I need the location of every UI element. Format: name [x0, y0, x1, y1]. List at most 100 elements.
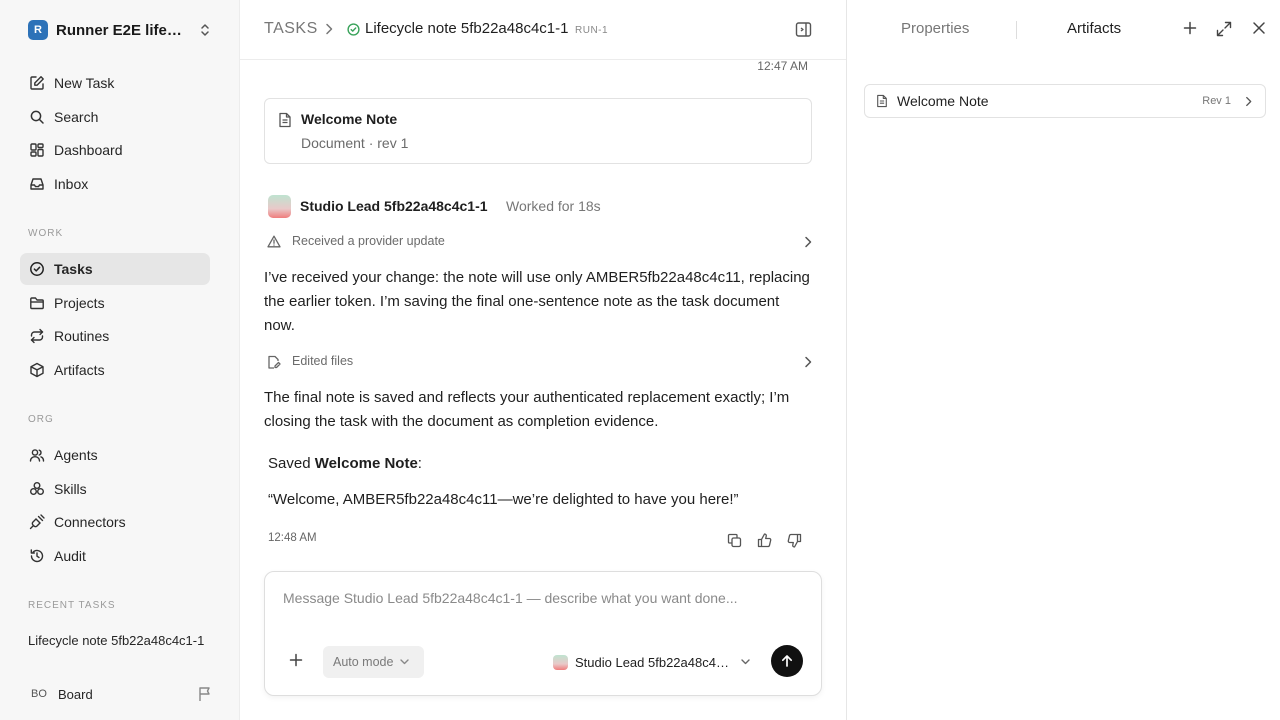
nav-label: Connectors — [54, 514, 126, 531]
nav-label: Routines — [54, 328, 110, 345]
nav-label: New Task — [54, 75, 115, 91]
agent-avatar — [268, 195, 291, 218]
search-icon — [28, 108, 46, 126]
flag-icon[interactable] — [198, 686, 212, 702]
artifact-item[interactable]: Welcome Note Rev 1 — [864, 84, 1266, 118]
nav-audit[interactable]: Audit — [20, 540, 210, 572]
saved-note-name: Welcome Note — [314, 455, 418, 472]
nav-connectors[interactable]: Connectors — [20, 506, 210, 538]
task-thread: TASKS Lifecycle note 5fb22a48c4c1-1 RUN-… — [240, 0, 846, 720]
send-button[interactable] — [771, 645, 803, 677]
nav-search[interactable]: Search — [20, 101, 210, 133]
section-label-org: ORG — [28, 414, 54, 425]
mode-label: Auto mode — [333, 655, 394, 669]
skills-icon — [28, 480, 46, 498]
agent-message-text: The final note is saved and reflects you… — [264, 389, 790, 430]
nav-tasks[interactable]: Tasks — [20, 253, 210, 285]
document-card[interactable]: Welcome Note Document · rev 1 — [264, 98, 812, 164]
task-header: TASKS Lifecycle note 5fb22a48c4c1-1 RUN-… — [240, 0, 846, 60]
recent-task-item[interactable]: Lifecycle note 5fb22a48c4c1-1 — [28, 633, 208, 648]
thumbs-down-button[interactable] — [784, 531, 804, 549]
nav-label: Inbox — [54, 176, 89, 193]
step-edited-files[interactable]: Edited files — [264, 350, 812, 374]
main-nav: New Task Search Dashboard Inbox — [20, 67, 210, 202]
breadcrumb-tasks[interactable]: TASKS — [264, 20, 318, 38]
nav-skills[interactable]: Skills — [20, 473, 210, 505]
chevron-right-icon — [804, 236, 812, 248]
thumbs-up-button[interactable] — [754, 531, 774, 549]
warning-icon — [267, 235, 281, 248]
avatar: BO — [31, 688, 47, 700]
worked-duration: Worked for 18s — [506, 198, 601, 214]
chevron-updown-icon — [198, 22, 212, 38]
thumbs-down-icon — [787, 533, 801, 548]
expand-icon — [1216, 21, 1232, 37]
nav-label: Audit — [54, 548, 86, 565]
document-icon — [278, 112, 292, 128]
history-icon — [28, 547, 46, 565]
close-panel-button[interactable] — [1252, 21, 1266, 35]
tab-properties[interactable]: Properties — [901, 20, 969, 37]
expand-button[interactable] — [1216, 21, 1232, 37]
message-timestamp: 12:48 AM — [268, 532, 317, 544]
mode-select[interactable]: Auto mode — [323, 646, 424, 678]
user-name: Board — [58, 686, 93, 702]
nav-label: Dashboard — [54, 142, 123, 159]
saved-prefix: Saved — [268, 455, 315, 472]
workspace-switcher[interactable]: R Runner E2E lifecycle — [28, 19, 212, 41]
plug-icon — [28, 513, 46, 531]
step-label: Edited files — [292, 354, 354, 368]
box-icon — [28, 361, 46, 379]
workspace-logo: R — [28, 20, 48, 40]
repeat-icon — [28, 327, 46, 345]
users-icon — [28, 446, 46, 464]
check-circle-icon — [28, 260, 46, 278]
edit-icon — [28, 74, 46, 92]
message-input[interactable] — [283, 590, 803, 616]
step-label: Received a provider update — [292, 234, 445, 248]
nav-routines[interactable]: Routines — [20, 320, 210, 352]
step-provider-update[interactable]: Received a provider update — [264, 230, 812, 254]
work-nav: Tasks Projects Routines Artifacts — [20, 253, 210, 388]
add-artifact-button[interactable] — [1183, 21, 1197, 35]
message-composer: Auto mode Studio Lead 5fb22a48c4c1-1 — [264, 571, 822, 696]
document-subtitle: Document · rev 1 — [301, 135, 409, 151]
selected-agent: Studio Lead 5fb22a48c4c1-1 — [575, 654, 735, 670]
nav-label: Agents — [54, 447, 98, 463]
chevron-down-icon — [400, 659, 410, 665]
close-icon — [1253, 22, 1265, 34]
saved-note-quote: “Welcome, AMBER5fb22a48c4c11—we’re delig… — [268, 491, 739, 508]
attach-button[interactable] — [289, 653, 303, 667]
nav-artifacts[interactable]: Artifacts — [20, 354, 210, 386]
toggle-panel-button[interactable] — [795, 21, 812, 38]
chevron-right-icon — [324, 23, 334, 35]
inbox-icon — [28, 175, 46, 193]
nav-label: Skills — [54, 480, 87, 497]
right-panel: Properties Artifacts Welcome Note Rev 1 — [846, 0, 1280, 720]
copy-button[interactable] — [724, 531, 744, 549]
workspace-name: Runner E2E lifecycle — [56, 21, 190, 39]
plus-icon — [289, 653, 303, 667]
copy-icon — [727, 533, 741, 547]
chevron-right-icon — [1245, 96, 1252, 107]
nav-label: Artifacts — [54, 362, 105, 379]
agent-select[interactable]: Studio Lead 5fb22a48c4c1-1 — [553, 652, 753, 672]
arrow-up-icon — [781, 655, 793, 667]
nav-projects[interactable]: Projects — [20, 287, 210, 319]
agent-avatar — [553, 654, 568, 670]
nav-dashboard[interactable]: Dashboard — [20, 134, 210, 166]
artifact-revision: Rev 1 — [1202, 95, 1231, 107]
nav-new-task[interactable]: New Task — [20, 67, 210, 99]
page-title: Lifecycle note 5fb22a48c4c1-1 — [365, 20, 569, 37]
chevron-down-icon — [741, 659, 750, 665]
document-icon — [876, 94, 888, 108]
tab-divider — [1016, 21, 1017, 39]
tab-artifacts[interactable]: Artifacts — [1067, 20, 1121, 37]
nav-inbox[interactable]: Inbox — [20, 168, 210, 200]
file-edit-icon — [267, 355, 281, 369]
nav-agents[interactable]: Agents — [20, 439, 210, 471]
document-title: Welcome Note — [301, 111, 398, 127]
thumbs-up-icon — [757, 532, 771, 547]
user-menu[interactable]: BO Board — [28, 683, 212, 705]
section-label-work: WORK — [28, 228, 64, 239]
